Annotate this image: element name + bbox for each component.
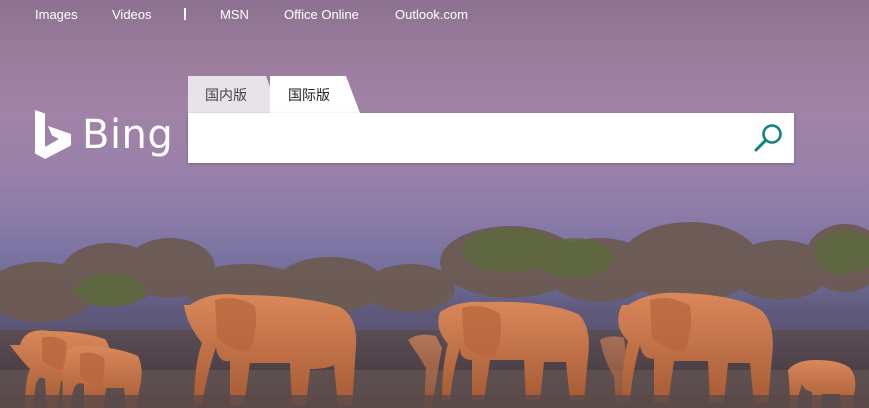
search-icon (754, 124, 782, 152)
tab-international[interactable]: 国际版 (270, 76, 360, 113)
search-input[interactable] (188, 113, 738, 163)
nav-divider (184, 8, 186, 20)
search-box (188, 113, 794, 163)
bing-homepage: Images Videos MSN Office Online Outlook.… (0, 0, 869, 408)
nav-link-msn[interactable]: MSN (220, 7, 249, 23)
nav-link-outlook[interactable]: Outlook.com (395, 7, 468, 23)
nav-link-images[interactable]: Images (35, 7, 78, 23)
bing-logo[interactable]: Bing (34, 109, 173, 161)
bing-logo-text: Bing (82, 112, 174, 158)
nav-link-videos[interactable]: Videos (112, 7, 152, 23)
background-image (0, 222, 869, 408)
nav-link-office-online[interactable]: Office Online (284, 7, 359, 23)
bing-logo-icon (35, 110, 71, 159)
search-button[interactable] (752, 122, 786, 154)
